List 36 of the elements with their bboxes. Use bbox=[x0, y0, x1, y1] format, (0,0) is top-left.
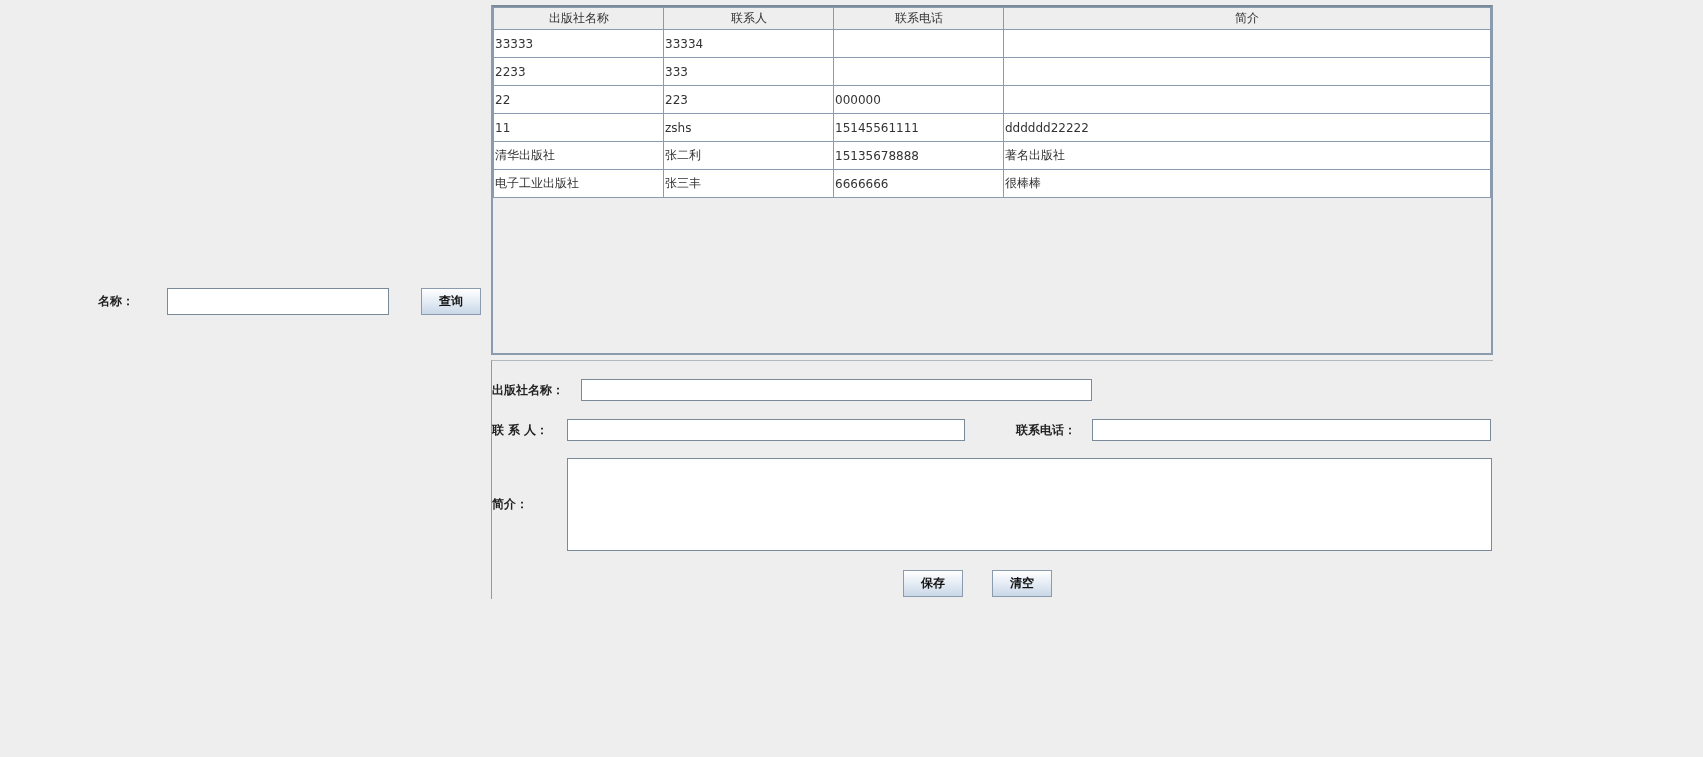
table-cell: 15145561111 bbox=[833, 113, 1004, 142]
table-cell: 6666666 bbox=[833, 169, 1004, 198]
table-cell: 22 bbox=[493, 85, 664, 114]
phone-label: 联系电话： bbox=[1016, 421, 1077, 439]
table-cell: 著名出版社 bbox=[1003, 141, 1491, 170]
table-cell: 11 bbox=[493, 113, 664, 142]
table-cell: 很棒棒 bbox=[1003, 169, 1491, 198]
name-label: 出版社名称： bbox=[492, 381, 565, 399]
table-cell: 000000 bbox=[833, 85, 1004, 114]
phone-field[interactable] bbox=[1092, 419, 1491, 441]
table-cell: 2233 bbox=[493, 57, 664, 86]
search-label: 名称： bbox=[98, 293, 135, 310]
table-cell: 333 bbox=[663, 57, 834, 86]
search-field[interactable] bbox=[167, 288, 389, 315]
table-cell: 张三丰 bbox=[663, 169, 834, 198]
table-cell: 33334 bbox=[663, 29, 834, 58]
table-cell: 15135678888 bbox=[833, 141, 1004, 170]
table-cell: 223 bbox=[663, 85, 834, 114]
table-cell: dddddd22222 bbox=[1003, 113, 1491, 142]
column-header: 联系电话 bbox=[833, 7, 1004, 30]
query-button[interactable]: 查询 bbox=[421, 288, 481, 315]
table-cell: 电子工业出版社 bbox=[493, 169, 664, 198]
column-header: 出版社名称 bbox=[493, 7, 664, 30]
table-cell: 清华出版社 bbox=[493, 141, 664, 170]
table-cell: zshs bbox=[663, 113, 834, 142]
table-cell: 33333 bbox=[493, 29, 664, 58]
contact-label: 联 系 人： bbox=[492, 421, 550, 439]
column-header: 联系人 bbox=[663, 7, 834, 30]
contact-field[interactable] bbox=[567, 419, 965, 441]
table-cell: 张二利 bbox=[663, 141, 834, 170]
form-button[interactable]: 清空 bbox=[992, 570, 1052, 597]
form-button[interactable]: 保存 bbox=[903, 570, 963, 597]
intro-field[interactable] bbox=[567, 458, 1492, 551]
intro-label: 简介： bbox=[492, 496, 529, 513]
name-field[interactable] bbox=[581, 379, 1092, 401]
column-header: 简介 bbox=[1003, 7, 1491, 30]
